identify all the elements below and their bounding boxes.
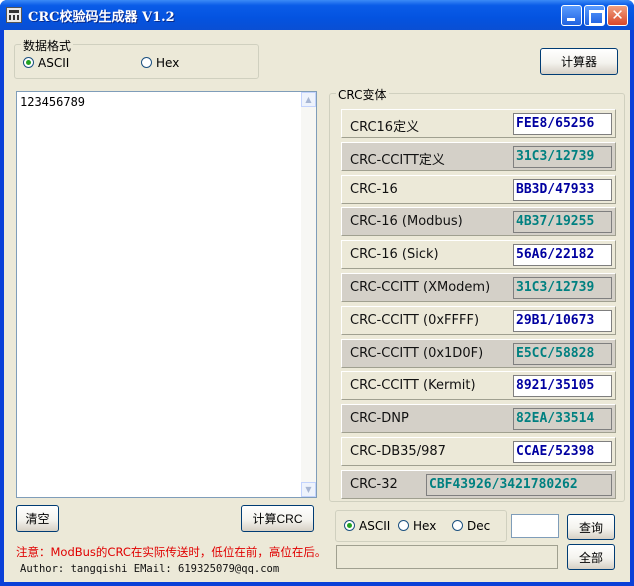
close-icon: ✕ <box>611 6 624 24</box>
radio-label: Dec <box>467 519 491 533</box>
query-ascii-radio[interactable]: ASCII <box>344 519 390 533</box>
crc-variant-label: CRC-32 <box>350 476 398 492</box>
scroll-down-icon[interactable]: ▼ <box>301 482 316 497</box>
crc-row: CRC16定义 FEE8/65256 <box>341 109 616 138</box>
crc-variant-value[interactable]: 82EA/33514 <box>513 408 612 431</box>
window-title: CRC校验码生成器 V1.2 <box>28 10 175 25</box>
format-ascii-radio[interactable]: ASCII <box>23 56 69 70</box>
crc-variant-value[interactable]: 31C3/12739 <box>513 277 612 299</box>
crc-row: CRC-16 (Modbus) 4B37/19255 <box>341 207 616 237</box>
radio-selected-icon <box>23 57 34 68</box>
scroll-up-icon[interactable]: ▲ <box>301 92 316 107</box>
input-scrollbar[interactable]: ▲ ▼ <box>301 92 316 497</box>
crc-variant-label: CRC-16 <box>350 181 398 197</box>
query-dec-radio[interactable]: Dec <box>452 519 490 533</box>
crc-variant-value[interactable]: CBF43926/3421780262 <box>426 473 612 496</box>
query-hex-radio[interactable]: Hex <box>398 519 436 533</box>
maximize-button[interactable] <box>584 5 605 26</box>
crc-variant-label: CRC16定义 <box>350 120 420 135</box>
crc-variant-label: CRC-CCITT定义 <box>350 152 445 168</box>
crc-row: CRC-CCITT (0xFFFF) 29B1/10673 <box>341 305 616 335</box>
query-input[interactable] <box>511 514 559 538</box>
author-info: Author: tangqishi EMail: 619325079@qq.co… <box>20 563 280 575</box>
data-format-group: 数据格式 ASCII Hex <box>14 37 259 79</box>
crc-variant-label: CRC-CCITT (XModem) <box>350 280 491 295</box>
crc-row: CRC-16 BB3D/47933 <box>341 174 616 204</box>
calculator-button[interactable]: 计算器 <box>540 48 618 75</box>
title-bar[interactable]: CRC校验码生成器 V1.2 ✕ <box>0 0 634 30</box>
input-text: 123456789 <box>20 95 86 109</box>
crc-variant-value[interactable]: 8921/35105 <box>513 375 612 398</box>
radio-label: Hex <box>156 56 180 70</box>
query-result-field <box>336 545 558 569</box>
crc-variant-value[interactable]: 31C3/12739 <box>513 145 612 168</box>
crc-variant-label: CRC-CCITT (0xFFFF) <box>350 312 480 328</box>
query-button[interactable]: 查询 <box>567 514 615 540</box>
crc-variant-label: CRC-CCITT (0x1D0F) <box>350 345 484 361</box>
crc-row: CRC-DB35/987 CCAE/52398 <box>341 437 616 466</box>
crc-variant-label: CRC-16 (Sick) <box>350 247 439 263</box>
crc-row: CRC-CCITT (XModem) 31C3/12739 <box>341 273 616 302</box>
minimize-button[interactable] <box>561 5 582 26</box>
crc-row: CRC-CCITT (Kermit) 8921/35105 <box>341 371 616 401</box>
crc-variant-value[interactable]: E5CC/58828 <box>513 342 612 365</box>
calculator-app-icon <box>6 7 22 23</box>
radio-label: ASCII <box>359 519 391 533</box>
crc-row: CRC-16 (Sick) 56A6/22182 <box>341 240 616 270</box>
query-format-group: ASCII Hex Dec <box>335 510 507 542</box>
crc-row: CRC-DNP 82EA/33514 <box>341 404 616 434</box>
crc-variant-value[interactable]: 29B1/10673 <box>513 309 612 332</box>
clear-button[interactable]: 清空 <box>16 505 59 532</box>
input-textarea[interactable]: 123456789 ▲ ▼ <box>16 91 317 498</box>
crc-variant-value[interactable]: 56A6/22182 <box>513 244 612 267</box>
crc-variant-value[interactable]: 4B37/19255 <box>513 211 612 234</box>
dialog-body: 数据格式 ASCII Hex 计算器 123456789 ▲ ▼ CRC变体 C… <box>4 30 630 582</box>
crc-variant-value[interactable]: CCAE/52398 <box>513 441 612 463</box>
crc-variant-value[interactable]: FEE8/65256 <box>513 113 612 135</box>
modbus-note: 注意：ModBus的CRC在实际传送时，低位在前，高位在后。 <box>16 545 327 559</box>
crc-row: CRC-CCITT定义 31C3/12739 <box>341 141 616 171</box>
radio-unselected-icon <box>452 520 463 531</box>
crc-variant-label: CRC-CCITT (Kermit) <box>350 378 476 394</box>
crc-row: CRC-CCITT (0x1D0F) E5CC/58828 <box>341 338 616 368</box>
radio-label: ASCII <box>38 56 70 70</box>
crc-variant-value[interactable]: BB3D/47933 <box>513 178 612 201</box>
format-hex-radio[interactable]: Hex <box>141 56 179 70</box>
crc-variants-legend: CRC变体 <box>336 86 389 103</box>
crc-row: CRC-32 CBF43926/3421780262 <box>341 469 616 499</box>
crc-variant-label: CRC-DNP <box>350 411 409 427</box>
crc-variant-label: CRC-DB35/987 <box>350 444 446 459</box>
crc-variant-label: CRC-16 (Modbus) <box>350 214 463 230</box>
radio-label: Hex <box>413 519 437 533</box>
compute-crc-button[interactable]: 计算CRC <box>241 505 314 532</box>
radio-unselected-icon <box>398 520 409 531</box>
all-button[interactable]: 全部 <box>567 544 615 570</box>
radio-selected-icon <box>344 520 355 531</box>
data-format-legend: 数据格式 <box>21 37 74 54</box>
radio-unselected-icon <box>141 57 152 68</box>
close-button[interactable]: ✕ <box>607 5 628 26</box>
